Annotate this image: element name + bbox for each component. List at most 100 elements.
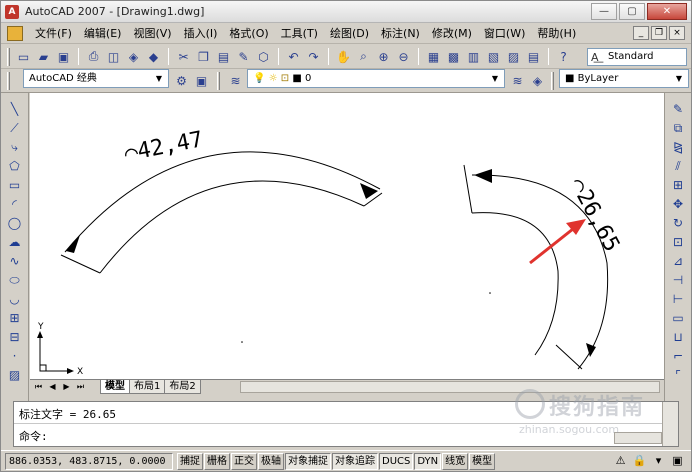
communication-center-icon[interactable]: ⚠ <box>613 453 628 468</box>
ellipse-icon[interactable]: ⬭ <box>6 272 24 289</box>
sheet-set-icon[interactable]: ▧ <box>485 48 502 65</box>
drawing-canvas[interactable]: ⌒42,47 ⌒26,65 Y X <box>30 93 664 379</box>
menu-insert[interactable]: 插入(I) <box>178 27 224 41</box>
menu-format[interactable]: 格式(O) <box>223 27 274 41</box>
command-window[interactable]: 标注文字 = 26.65 命令: <box>13 401 679 447</box>
calculator-icon[interactable]: ▤ <box>525 48 542 65</box>
open-folder-icon[interactable]: ▰ <box>35 48 52 65</box>
text-style-select[interactable]: A͟ Standard <box>587 48 687 66</box>
coordinate-readout[interactable]: 886.0353, 483.8715, 0.0000 <box>5 453 173 470</box>
lineweight-toggle[interactable]: 线宽 <box>442 453 469 470</box>
rotate-icon[interactable]: ↻ <box>669 215 687 232</box>
toolbar-grip[interactable] <box>551 72 554 90</box>
chamfer-icon[interactable]: ⌐ <box>669 348 687 365</box>
menu-tools[interactable]: 工具(T) <box>275 27 324 41</box>
layer-manager-icon[interactable]: ≋ <box>227 72 244 89</box>
model-toggle[interactable]: 模型 <box>469 453 496 470</box>
fillet-icon[interactable]: ⌜ <box>669 367 687 384</box>
offset-icon[interactable]: ⫽ <box>669 158 687 175</box>
paste-icon[interactable]: ▤ <box>215 48 232 65</box>
snap-toggle[interactable]: 捕捉 <box>177 453 203 470</box>
pan-icon[interactable]: ✋ <box>335 48 352 65</box>
erase-icon[interactable]: ✎ <box>669 101 687 118</box>
save-workspace-icon[interactable]: ▣ <box>193 72 210 89</box>
copy-object-icon[interactable]: ⧉ <box>669 120 687 137</box>
last-tab-icon[interactable]: ⏭ <box>75 381 86 392</box>
construction-line-icon[interactable]: ⟋ <box>6 120 24 137</box>
maximize-button[interactable]: ▢ <box>619 3 645 20</box>
move-icon[interactable]: ✥ <box>669 196 687 213</box>
minimize-button[interactable]: — <box>591 3 617 20</box>
polyline-icon[interactable]: ⤷ <box>6 139 24 156</box>
tab-model[interactable]: 模型 <box>100 380 130 394</box>
layer-select[interactable]: 💡 ☼ ⊡ ■ 0 ▼ <box>247 69 505 88</box>
zoom-previous-icon[interactable]: ⊖ <box>395 48 412 65</box>
ellipse-arc-icon[interactable]: ◡ <box>6 291 24 308</box>
tab-layout2[interactable]: 布局2 <box>164 380 201 394</box>
chevron-down-icon[interactable]: ▾ <box>651 453 666 468</box>
arc-icon[interactable]: ◜ <box>6 196 24 213</box>
array-icon[interactable]: ⊞ <box>669 177 687 194</box>
menu-window[interactable]: 窗口(W) <box>478 27 531 41</box>
undo-icon[interactable]: ↶ <box>285 48 302 65</box>
revision-cloud-icon[interactable]: ☁ <box>6 234 24 251</box>
tab-layout1[interactable]: 布局1 <box>129 380 166 394</box>
cut-icon[interactable]: ✂ <box>175 48 192 65</box>
doc-restore-button[interactable]: ❐ <box>651 26 667 40</box>
clean-screen-icon[interactable]: ▣ <box>670 453 685 468</box>
print-icon[interactable]: ⎙ <box>85 48 102 65</box>
grid-toggle[interactable]: 栅格 <box>204 453 230 470</box>
insert-block-icon[interactable]: ⊞ <box>6 310 24 327</box>
mirror-icon[interactable]: ⧎ <box>669 139 687 156</box>
menu-modify[interactable]: 修改(M) <box>426 27 478 41</box>
redo-icon[interactable]: ↷ <box>305 48 322 65</box>
make-layer-current-icon[interactable]: ≋ <box>509 72 526 89</box>
break-icon[interactable]: ▭ <box>669 310 687 327</box>
workspace-select[interactable]: AutoCAD 经典 ▼ <box>23 69 169 88</box>
spline-icon[interactable]: ∿ <box>6 253 24 270</box>
polar-toggle[interactable]: 极轴 <box>258 453 284 470</box>
ducs-toggle[interactable]: DUCS <box>379 453 414 470</box>
menu-file[interactable]: 文件(F) <box>29 27 78 41</box>
menu-dimension[interactable]: 标注(N) <box>375 27 426 41</box>
extend-icon[interactable]: ⊢ <box>669 291 687 308</box>
plot-preview-icon[interactable]: ◫ <box>105 48 122 65</box>
tool-palettes-icon[interactable]: ▥ <box>465 48 482 65</box>
prev-tab-icon[interactable]: ◀ <box>47 381 58 392</box>
drawing-doc-icon[interactable] <box>7 26 23 41</box>
menu-edit[interactable]: 编辑(E) <box>78 27 128 41</box>
doc-minimize-button[interactable]: _ <box>633 26 649 40</box>
copy-icon[interactable]: ❐ <box>195 48 212 65</box>
circle-icon[interactable]: ◯ <box>6 215 24 232</box>
first-tab-icon[interactable]: ⏮ <box>33 381 44 392</box>
horizontal-scrollbar[interactable] <box>240 381 660 393</box>
lock-icon[interactable]: 🔒 <box>632 453 647 468</box>
help-icon[interactable]: ? <box>555 48 572 65</box>
design-center-icon[interactable]: ▩ <box>445 48 462 65</box>
make-block-icon[interactable]: ⊟ <box>6 329 24 346</box>
layer-previous-icon[interactable]: ◈ <box>529 72 546 89</box>
point-icon[interactable]: · <box>6 348 24 365</box>
zoom-window-icon[interactable]: ⊕ <box>375 48 392 65</box>
zoom-realtime-icon[interactable]: ⌕ <box>355 48 372 65</box>
scale-icon[interactable]: ⊡ <box>669 234 687 251</box>
doc-close-button[interactable]: × <box>669 26 685 40</box>
menu-help[interactable]: 帮助(H) <box>531 27 582 41</box>
menu-draw[interactable]: 绘图(D) <box>324 27 375 41</box>
stretch-icon[interactable]: ⊿ <box>669 253 687 270</box>
hatch-icon[interactable]: ▨ <box>6 367 24 384</box>
workspace-settings-icon[interactable]: ⚙ <box>173 72 190 89</box>
ortho-toggle[interactable]: 正交 <box>231 453 257 470</box>
publish-icon[interactable]: ◈ <box>125 48 142 65</box>
menu-view[interactable]: 视图(V) <box>127 27 177 41</box>
properties-icon[interactable]: ▦ <box>425 48 442 65</box>
block-editor-icon[interactable]: ⬡ <box>255 48 272 65</box>
polygon-icon[interactable]: ⬠ <box>6 158 24 175</box>
toolbar-grip[interactable] <box>217 72 220 90</box>
next-tab-icon[interactable]: ▶ <box>61 381 72 392</box>
join-icon[interactable]: ⊔ <box>669 329 687 346</box>
dyn-toggle[interactable]: DYN <box>414 453 442 470</box>
new-file-icon[interactable]: ▭ <box>15 48 32 65</box>
otrack-toggle[interactable]: 对象追踪 <box>332 453 378 470</box>
trim-icon[interactable]: ⊣ <box>669 272 687 289</box>
